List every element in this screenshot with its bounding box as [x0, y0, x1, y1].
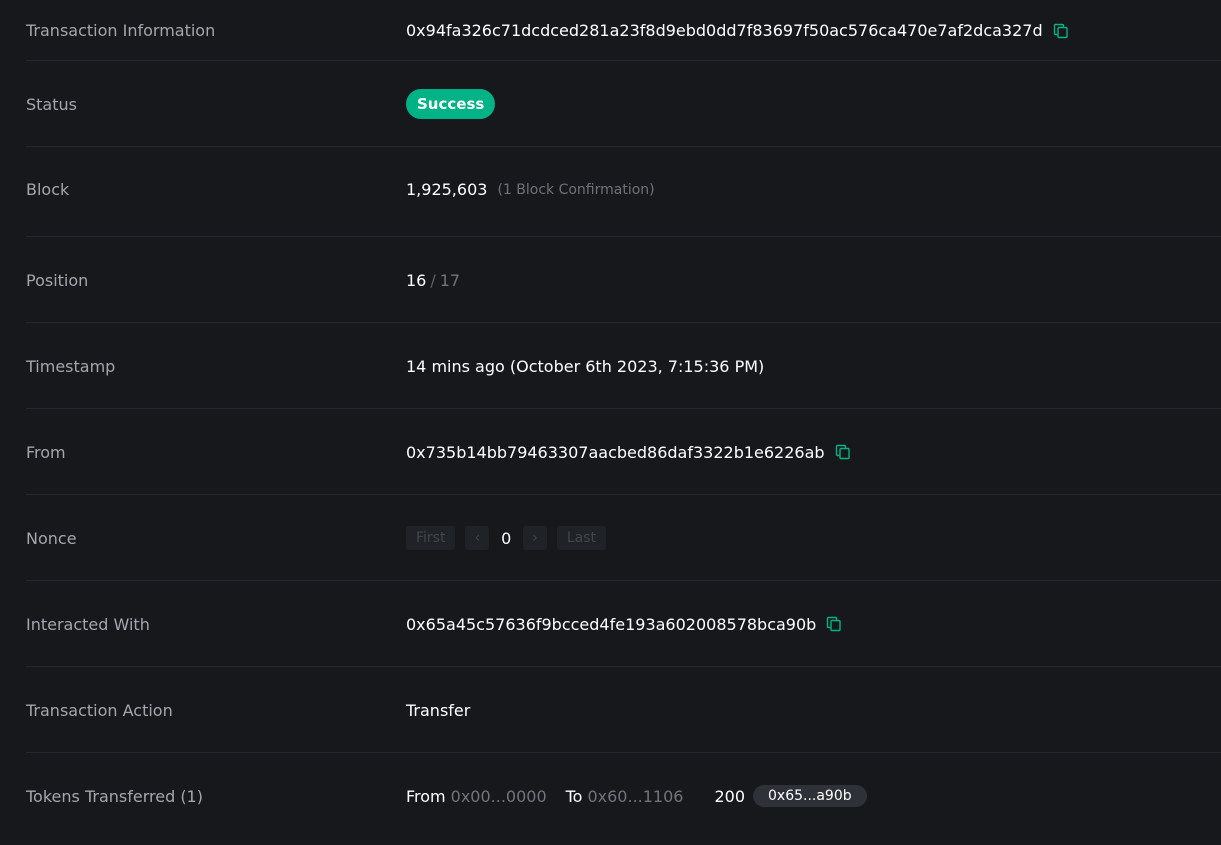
- interacted-with-label: Interacted With: [26, 614, 150, 634]
- from-address[interactable]: 0x735b14bb79463307aacbed86daf3322b1e6226…: [406, 443, 825, 462]
- row-status: Status Success: [26, 61, 1221, 147]
- row-timestamp: Timestamp 14 mins ago (October 6th 2023,…: [26, 323, 1221, 409]
- transaction-hash-value: 0x94fa326c71dcdced281a23f8d9ebd0dd7f8369…: [406, 21, 1069, 40]
- token-to-address[interactable]: 0x60...1106: [587, 787, 683, 806]
- copy-icon[interactable]: [826, 616, 842, 632]
- token-to-label: To: [565, 786, 583, 806]
- row-block: Block 1,925,603 (1 Block Confirmation): [26, 147, 1221, 237]
- status-label: Status: [26, 94, 77, 114]
- transaction-details: Transaction Information 0x94fa326c71dcdc…: [0, 0, 1221, 845]
- nonce-pagination: First ‹ 0 › Last: [406, 526, 616, 550]
- position-label: Position: [26, 270, 89, 290]
- timestamp-label: Timestamp: [26, 356, 116, 376]
- block-value: 1,925,603 (1 Block Confirmation): [406, 180, 655, 199]
- row-interacted-with: Interacted With 0x65a45c57636f9bcced4fe1…: [26, 581, 1221, 667]
- status-badge: Success: [406, 89, 496, 119]
- nonce-next-button[interactable]: ›: [523, 526, 547, 550]
- token-contract-chip[interactable]: 0x65...a90b: [753, 785, 867, 807]
- tokens-transferred-label: Tokens Transferred (1): [26, 786, 203, 806]
- transaction-information-label: Transaction Information: [26, 21, 216, 40]
- row-position: Position 16 / 17: [26, 237, 1221, 323]
- row-tokens-transferred: Tokens Transferred (1) From 0x00...0000 …: [26, 753, 1221, 839]
- nonce-first-button[interactable]: First: [406, 526, 456, 550]
- transaction-action-label: Transaction Action: [26, 700, 173, 720]
- nonce-value: 0: [501, 528, 512, 548]
- interacted-with-address[interactable]: 0x65a45c57636f9bcced4fe193a602008578bca9…: [406, 615, 816, 634]
- block-confirmations: (1 Block Confirmation): [497, 181, 655, 198]
- copy-icon[interactable]: [1053, 23, 1069, 39]
- interacted-with-value: 0x65a45c57636f9bcced4fe193a602008578bca9…: [406, 615, 842, 634]
- from-value: 0x735b14bb79463307aacbed86daf3322b1e6226…: [406, 443, 851, 462]
- transaction-action-value: Transfer: [406, 700, 471, 720]
- token-from-address[interactable]: 0x00...0000: [451, 787, 547, 806]
- transaction-hash: 0x94fa326c71dcdced281a23f8d9ebd0dd7f8369…: [406, 21, 1043, 40]
- block-number[interactable]: 1,925,603: [406, 180, 487, 199]
- token-from-label: From: [406, 786, 446, 806]
- position-index: 16: [406, 270, 427, 290]
- from-label: From: [26, 442, 66, 462]
- position-separator: /: [430, 270, 436, 290]
- position-total: 17: [439, 270, 461, 290]
- nonce-last-button[interactable]: Last: [556, 526, 607, 550]
- row-transaction-information: Transaction Information 0x94fa326c71dcdc…: [26, 0, 1221, 61]
- block-label: Block: [26, 180, 70, 199]
- copy-icon[interactable]: [835, 444, 851, 460]
- timestamp-value: 14 mins ago (October 6th 2023, 7:15:36 P…: [406, 356, 765, 376]
- nonce-prev-button[interactable]: ‹: [465, 526, 490, 550]
- position-value: 16 / 17: [406, 271, 460, 290]
- status-value: Success: [406, 89, 496, 119]
- tokens-transferred-value: From 0x00...0000 To 0x60...1106 200 0x65…: [406, 785, 867, 807]
- nonce-label: Nonce: [26, 528, 77, 548]
- row-nonce: Nonce First ‹ 0 › Last: [26, 495, 1221, 581]
- row-from: From 0x735b14bb79463307aacbed86daf3322b1…: [26, 409, 1221, 495]
- token-amount: 200: [714, 786, 745, 806]
- row-transaction-action: Transaction Action Transfer: [26, 667, 1221, 753]
